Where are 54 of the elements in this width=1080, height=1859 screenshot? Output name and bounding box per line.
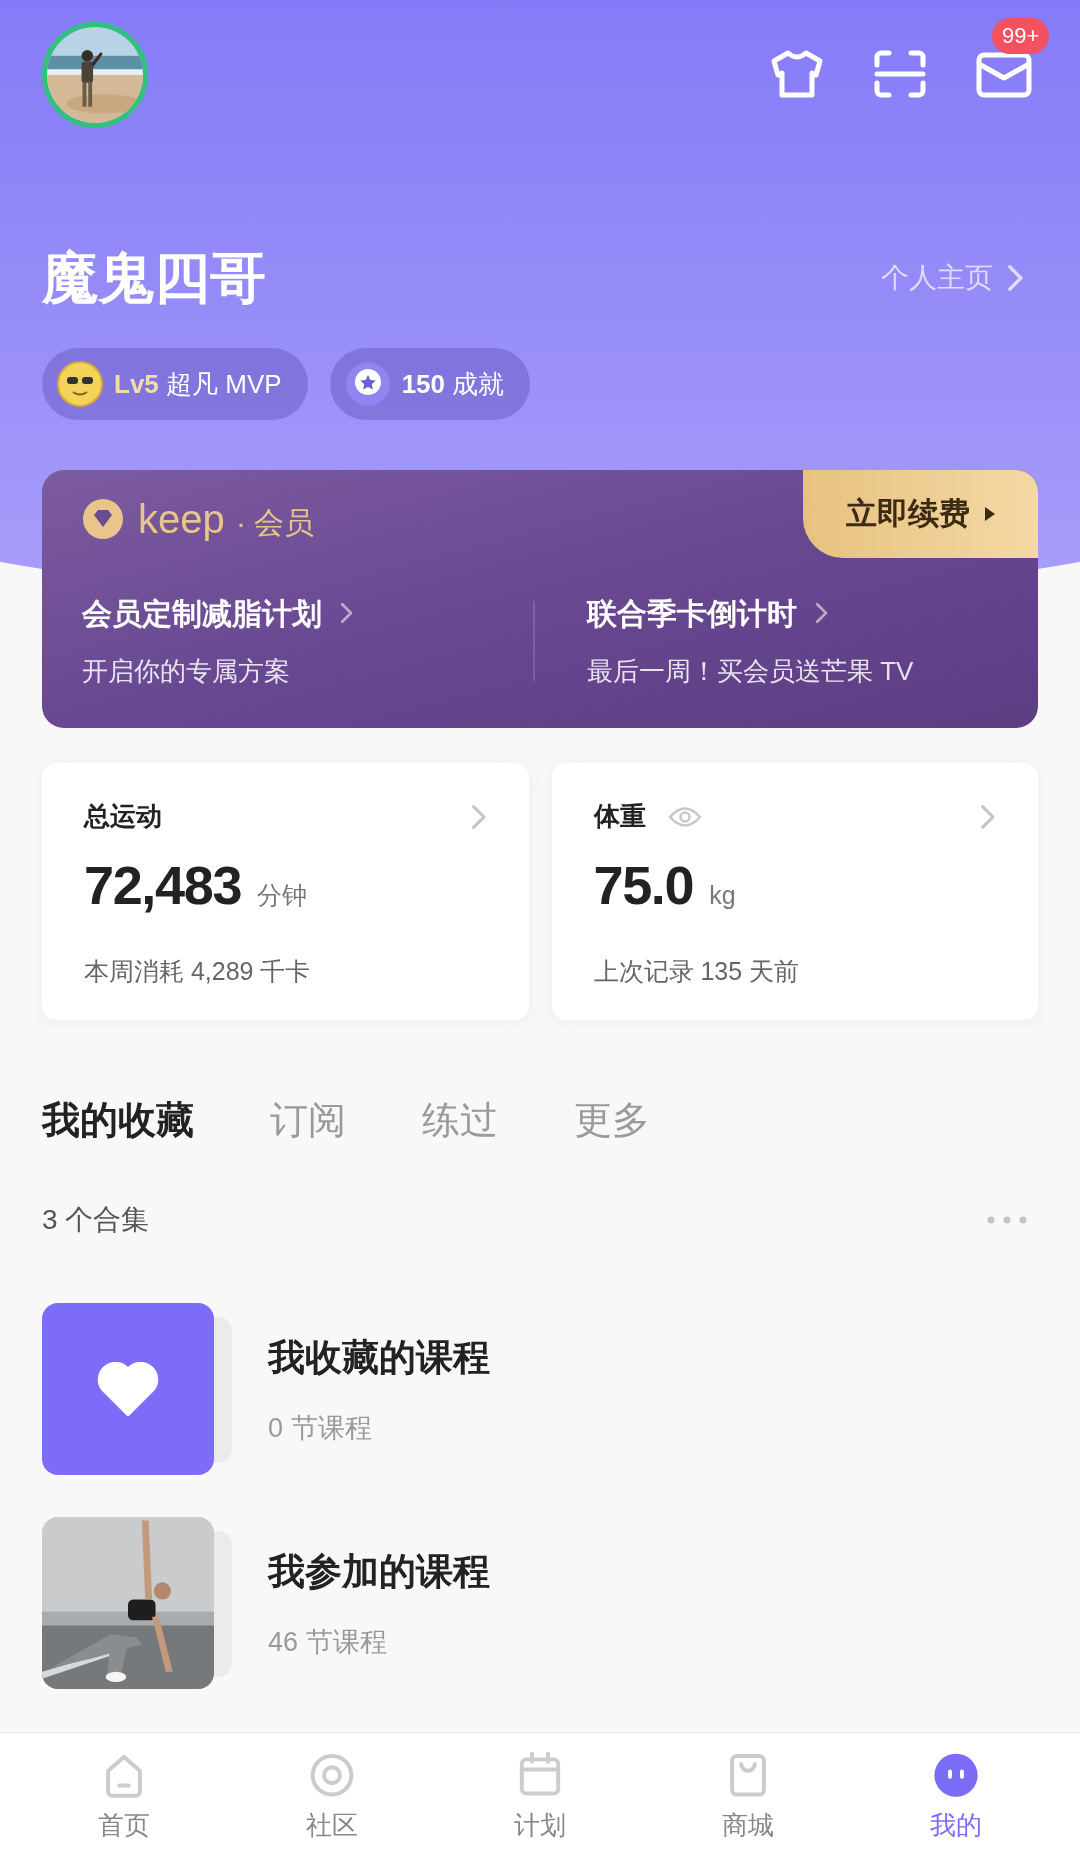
mail-icon[interactable] <box>976 50 1032 98</box>
nav-item[interactable]: 计划 <box>480 1747 600 1845</box>
tab[interactable]: 练过 <box>422 1098 498 1142</box>
promo-item[interactable]: 会员定制减脂计划 开启你的专属方案 <box>42 590 533 691</box>
chevron-right-icon <box>815 602 829 624</box>
stat-title: 总运动 <box>84 800 162 833</box>
heart-icon <box>97 1362 159 1416</box>
play-icon <box>983 506 996 522</box>
level-text: Lv5 超凡 MVP <box>114 367 282 401</box>
medal-icon <box>343 360 392 408</box>
promo-title: 联合季卡倒计时 <box>587 595 797 632</box>
achievement-text: 150 成就 <box>401 367 505 401</box>
tab[interactable]: 我的收藏 <box>42 1098 194 1142</box>
chevron-right-icon <box>470 803 487 830</box>
nav-item[interactable]: 我的 <box>896 1747 1016 1845</box>
stat-value: 75.0 <box>593 858 694 912</box>
eye-icon[interactable] <box>667 805 702 828</box>
membership-logo: keep · 会员 <box>138 499 315 539</box>
chevron-right-icon <box>340 602 354 624</box>
stat-value: 72,483 <box>84 858 242 912</box>
collection-title: 我参加的课程 <box>268 1550 490 1594</box>
tab[interactable]: 订阅 <box>270 1098 346 1142</box>
stat-card[interactable]: 体重 75.0 kg 上次记录 135 天前 <box>551 763 1038 1020</box>
stat-unit: kg <box>709 880 736 911</box>
collection-subtitle: 0 节课程 <box>268 1411 373 1445</box>
nav-item[interactable]: 商城 <box>688 1747 808 1845</box>
collection-item[interactable]: 我收藏的课程 0 节课程 <box>42 1303 1038 1475</box>
renew-button[interactable]: 立即续费 <box>803 470 1038 558</box>
collection-item[interactable]: 我参加的课程 46 节课程 <box>42 1517 1038 1689</box>
promo-subtitle: 开启你的专属方案 <box>82 654 291 688</box>
stat-note: 上次记录 135 天前 <box>593 955 801 987</box>
scan-icon[interactable] <box>874 50 926 98</box>
level-badge[interactable]: Lv5 超凡 MVP <box>42 348 308 420</box>
emoji-icon <box>56 360 104 408</box>
tshirt-icon[interactable] <box>770 49 824 99</box>
tab[interactable]: 更多 <box>574 1098 650 1142</box>
nav-item[interactable]: 社区 <box>272 1747 392 1845</box>
user-name: 魔鬼四哥 <box>42 246 266 310</box>
chevron-right-icon <box>1007 264 1024 292</box>
promo-title: 会员定制减脂计划 <box>82 595 322 632</box>
collection-subtitle: 46 节课程 <box>268 1625 388 1659</box>
promo-subtitle: 最后一周！买会员送芒果 TV <box>587 654 915 688</box>
collection-count: 3 个合集 <box>42 1203 150 1237</box>
stat-unit: 分钟 <box>257 880 308 911</box>
membership-card[interactable]: keep · 会员 立即续费 会员定制减脂计划 开启你的专属方案 联合季卡倒计时 最后一周！买会员送芒果 TV <box>42 470 1038 728</box>
chevron-right-icon <box>980 803 996 830</box>
collection-title: 我收藏的课程 <box>268 1336 490 1380</box>
nav-item[interactable]: 首页 <box>64 1747 184 1845</box>
stat-note: 本周消耗 4,289 千卡 <box>84 955 312 987</box>
promo-item[interactable]: 联合季卡倒计时 最后一周！买会员送芒果 TV <box>535 590 1038 691</box>
stat-title: 体重 <box>593 800 646 833</box>
stat-card[interactable]: 总运动 72,483 分钟 本周消耗 4,289 千卡 <box>42 763 529 1020</box>
achievement-badge[interactable]: 150 成就 <box>329 348 531 420</box>
homepage-link[interactable]: 个人主页 <box>881 257 1038 299</box>
